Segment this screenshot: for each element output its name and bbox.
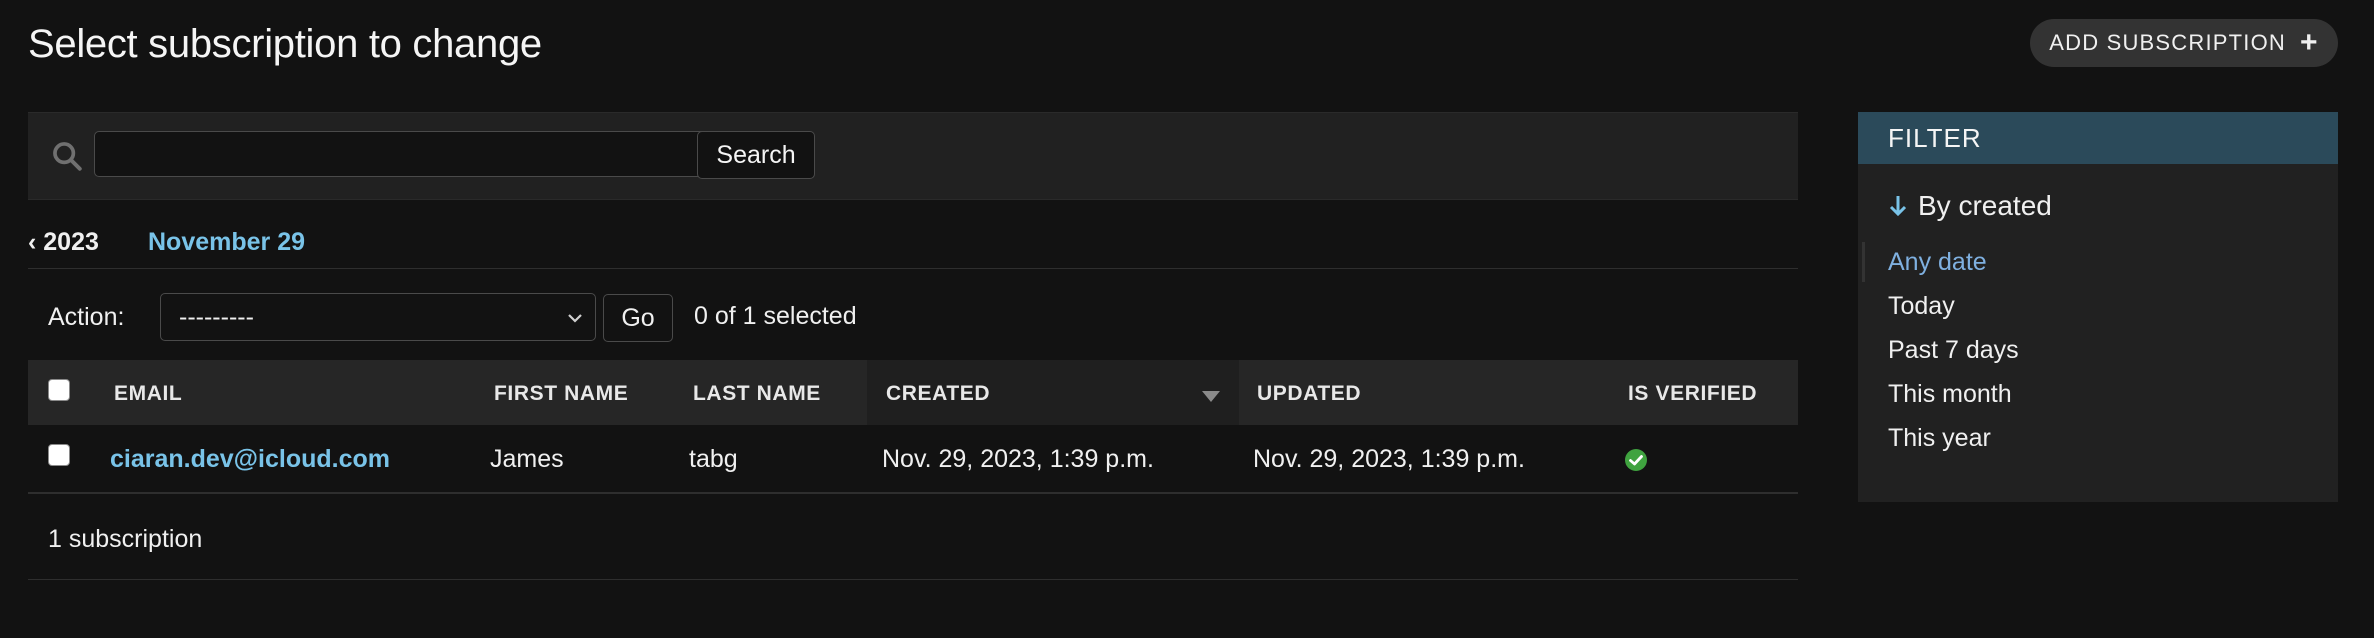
column-email[interactable]: EMAIL — [114, 382, 182, 406]
filter-option-past-7-days[interactable]: Past 7 days — [1858, 328, 2338, 372]
sort-descending-icon[interactable] — [1202, 391, 1220, 403]
search-input[interactable] — [94, 131, 716, 177]
chevron-down-icon — [568, 314, 582, 323]
result-count: 1 subscription — [48, 525, 203, 553]
column-created[interactable]: CREATED — [886, 382, 990, 406]
divider — [28, 268, 1798, 269]
page-title: Select subscription to change — [28, 22, 542, 66]
search-button[interactable]: Search — [697, 131, 815, 179]
email-link[interactable]: ciaran.dev@icloud.com — [110, 445, 390, 474]
date-back-link[interactable]: ‹ 2023 — [28, 228, 99, 256]
last-name-cell: tabg — [689, 445, 738, 473]
divider — [28, 579, 1798, 580]
filter-option-today[interactable]: Today — [1858, 284, 2338, 328]
go-button[interactable]: Go — [603, 294, 673, 342]
column-first-name[interactable]: FIRST NAME — [494, 382, 628, 406]
verified-check-icon — [1625, 449, 1647, 471]
filter-header: FILTER — [1858, 112, 2338, 164]
plus-icon: + — [2300, 26, 2319, 59]
search-toolbar: Search — [28, 112, 1798, 200]
action-label: Action: — [48, 303, 125, 331]
row-checkbox[interactable] — [48, 444, 70, 466]
action-select[interactable]: --------- — [160, 293, 596, 341]
date-current: November 29 — [148, 228, 306, 256]
search-icon — [53, 142, 82, 171]
filter-title: By created — [1888, 190, 2052, 222]
column-is-verified[interactable]: IS VERIFIED — [1628, 382, 1757, 406]
filter-option-this-month[interactable]: This month — [1858, 372, 2338, 416]
arrow-down-icon — [1889, 196, 1907, 217]
column-last-name[interactable]: LAST NAME — [693, 382, 821, 406]
filter-panel: FILTER By created Any date Today Past 7 … — [1858, 112, 2338, 502]
filter-option-this-year[interactable]: This year — [1858, 416, 2338, 460]
selected-count: 0 of 1 selected — [694, 302, 857, 330]
created-cell: Nov. 29, 2023, 1:39 p.m. — [882, 445, 1154, 473]
filter-options: Any date Today Past 7 days This month Th… — [1858, 240, 2338, 460]
add-subscription-label: ADD SUBSCRIPTION — [2049, 30, 2287, 55]
filter-title-label: By created — [1918, 190, 2052, 221]
first-name-cell: James — [490, 445, 564, 473]
select-all-checkbox[interactable] — [48, 379, 70, 401]
filter-option-any-date[interactable]: Any date — [1858, 240, 2338, 284]
table-row: ciaran.dev@icloud.com James tabg Nov. 29… — [28, 425, 1798, 494]
action-select-value: --------- — [179, 302, 254, 331]
table-header: EMAIL FIRST NAME LAST NAME CREATED UPDAT… — [28, 360, 1798, 425]
date-hierarchy: ‹ 2023 November 29 — [28, 228, 305, 257]
updated-cell: Nov. 29, 2023, 1:39 p.m. — [1253, 445, 1525, 473]
column-updated[interactable]: UPDATED — [1257, 382, 1361, 406]
add-subscription-button[interactable]: ADD SUBSCRIPTION + — [2030, 19, 2338, 67]
